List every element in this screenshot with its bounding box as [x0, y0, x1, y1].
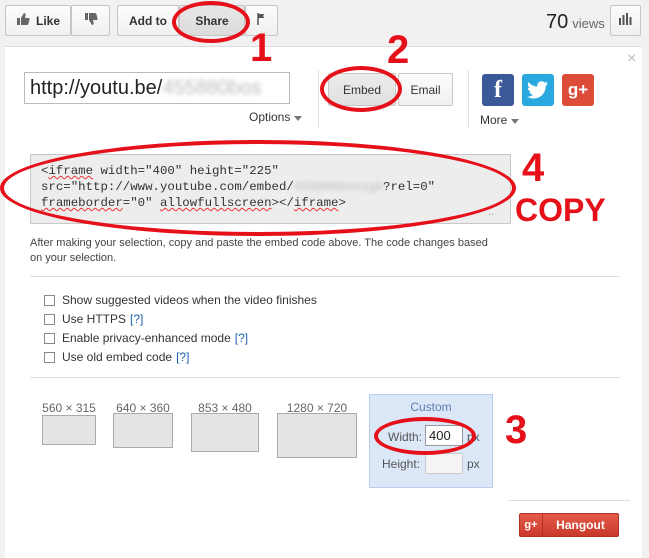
- dislike-button[interactable]: [71, 5, 110, 36]
- annotation-copy-text: COPY: [515, 192, 606, 228]
- code-text: frameborder: [41, 196, 123, 210]
- code-text: ="0": [122, 196, 160, 210]
- hangout-button[interactable]: g+ Hangout: [519, 513, 619, 537]
- close-icon[interactable]: ×: [627, 50, 636, 68]
- share-url-text: http://youtu.be/: [30, 77, 163, 99]
- chevron-down-icon: [294, 110, 303, 124]
- stats-button[interactable]: [610, 5, 641, 36]
- vertical-divider: [468, 70, 469, 128]
- embed-label: Embed: [342, 82, 382, 97]
- more-label: More: [480, 113, 508, 127]
- add-to-button[interactable]: Add to: [117, 5, 179, 36]
- email-label: Email: [410, 82, 441, 97]
- checkbox-suggested-videos[interactable]: Show suggested videos when the video fin…: [44, 293, 317, 307]
- share-label: Share: [195, 13, 229, 28]
- checkbox[interactable]: [44, 294, 55, 306]
- code-text: allowfullscreen: [159, 196, 272, 210]
- facebook-icon[interactable]: f: [482, 74, 514, 106]
- checkbox-old-embed[interactable]: Use old embed code [?]: [44, 350, 189, 364]
- thumbs-down-icon: [84, 12, 98, 29]
- share-button[interactable]: Share: [179, 5, 245, 36]
- width-input[interactable]: 400: [425, 425, 463, 446]
- checkbox[interactable]: [44, 351, 55, 363]
- twitter-icon[interactable]: [522, 74, 554, 106]
- code-text: width="400" height="225": [93, 164, 279, 178]
- divider: [30, 377, 620, 378]
- more-dropdown[interactable]: More: [480, 113, 520, 127]
- help-link[interactable]: [?]: [130, 312, 143, 326]
- help-link[interactable]: [?]: [176, 350, 189, 364]
- checkbox-privacy-mode[interactable]: Enable privacy-enhanced mode [?]: [44, 331, 248, 345]
- code-text: ?rel=0": [383, 180, 436, 194]
- size-option-1280[interactable]: [277, 413, 357, 458]
- options-dropdown[interactable]: Options: [249, 110, 303, 124]
- checkbox-https[interactable]: Use HTTPS [?]: [44, 312, 143, 326]
- code-text: iframe: [48, 164, 94, 178]
- textarea-resize-handle[interactable]: ..: [488, 206, 494, 218]
- view-count: 70 views: [546, 11, 605, 34]
- code-text: iframe: [293, 196, 339, 210]
- chevron-down-icon: [511, 113, 520, 127]
- height-input[interactable]: [425, 453, 463, 474]
- options-label: Options: [249, 110, 291, 124]
- height-px-label: px: [467, 457, 480, 471]
- annotation-number-1: 1: [250, 26, 273, 70]
- divider: [30, 276, 620, 277]
- size-label: 560 × 315: [42, 401, 96, 415]
- view-count-number: 70: [546, 11, 569, 33]
- height-label: Height:: [382, 457, 421, 471]
- annotation-number-3: 3: [505, 408, 528, 452]
- checkbox-label: Show suggested videos when the video fin…: [62, 293, 317, 307]
- add-to-label: Add to: [129, 13, 167, 28]
- embed-button[interactable]: Embed: [328, 73, 396, 106]
- checkbox[interactable]: [44, 313, 55, 325]
- checkbox[interactable]: [44, 332, 55, 344]
- email-button[interactable]: Email: [398, 73, 453, 106]
- embed-help-text: After making your selection, copy and pa…: [30, 237, 488, 264]
- annotation-number-4: 4: [522, 146, 545, 190]
- bar-chart-icon: [619, 13, 632, 28]
- code-text-hidden: 455880boxsgk: [293, 180, 384, 194]
- thumbs-up-icon: [16, 12, 30, 29]
- size-option-853[interactable]: [191, 413, 259, 452]
- hangout-label: Hangout: [556, 518, 605, 532]
- vertical-divider: [318, 70, 319, 128]
- like-label: Like: [35, 13, 60, 28]
- divider: [508, 500, 630, 501]
- help-link[interactable]: [?]: [235, 331, 248, 345]
- size-option-640[interactable]: [113, 413, 173, 448]
- checkbox-label: Use HTTPS: [62, 312, 127, 326]
- embed-code-textarea[interactable]: <iframe width="400" height="225" src="ht…: [30, 154, 511, 224]
- code-text: ></: [271, 196, 294, 210]
- checkbox-label: Use old embed code: [62, 350, 173, 364]
- like-button[interactable]: Like: [5, 5, 71, 36]
- code-text: src="http://www.youtube.com/embed/: [41, 180, 294, 194]
- custom-size-title: Custom: [410, 400, 452, 414]
- annotation-number-2: 2: [387, 28, 410, 72]
- view-count-label: views: [572, 16, 605, 31]
- share-url-hidden: 455880bos: [162, 77, 262, 99]
- width-px-label: px: [467, 430, 480, 444]
- checkbox-label: Enable privacy-enhanced mode: [62, 331, 231, 345]
- google-plus-icon: g+: [520, 514, 543, 536]
- width-label: Width:: [388, 430, 423, 444]
- google-plus-icon[interactable]: g+: [562, 74, 594, 106]
- code-text: >: [338, 196, 346, 210]
- size-option-560[interactable]: [42, 415, 96, 445]
- share-url-input[interactable]: http://youtu.be/455880bos: [24, 72, 290, 104]
